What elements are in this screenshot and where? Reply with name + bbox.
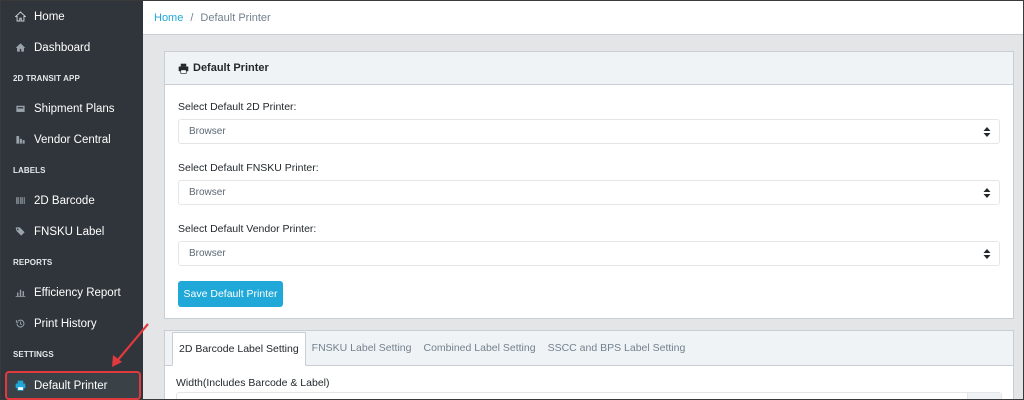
- sidebar-item-dashboard[interactable]: Dashboard: [1, 32, 143, 63]
- printer-icon: [178, 63, 189, 74]
- sidebar-item-label: Default Printer: [34, 379, 108, 392]
- save-default-printer-button[interactable]: Save Default Printer: [178, 281, 283, 307]
- select-vendor-printer[interactable]: Browser: [178, 241, 1000, 266]
- sidebar-item-home[interactable]: Home: [1, 1, 143, 32]
- sort-caret-icon: [983, 248, 991, 259]
- barcode-icon: [13, 194, 27, 208]
- select-2d-printer[interactable]: Browser: [178, 119, 1000, 144]
- tab-combined-label-setting[interactable]: Combined Label Setting: [417, 331, 541, 365]
- history-icon: [13, 317, 27, 331]
- card-header: Default Printer: [165, 52, 1013, 85]
- sidebar-item-label: Vendor Central: [34, 133, 111, 146]
- main-content: Home / Default Printer Default Printer S…: [143, 1, 1023, 399]
- select-value: Browser: [189, 187, 226, 198]
- select-value: Browser: [189, 126, 226, 137]
- sidebar-section-title: SETTINGS: [13, 349, 54, 359]
- default-printer-card: Default Printer Select Default 2D Printe…: [164, 51, 1014, 319]
- sidebar-item-print-history[interactable]: Print History: [1, 308, 143, 339]
- sort-caret-icon: [983, 187, 991, 198]
- sidebar-section-title: LABELS: [13, 165, 46, 175]
- select-fnsku-printer-label: Select Default FNSKU Printer:: [178, 162, 319, 174]
- width-input-addon: [967, 393, 1001, 399]
- sidebar-item-label: Shipment Plans: [34, 102, 115, 115]
- select-vendor-printer-label: Select Default Vendor Printer:: [178, 223, 317, 235]
- sidebar-item-label: Home: [34, 10, 65, 23]
- breadcrumb-separator: /: [190, 11, 194, 24]
- sidebar-item-label: Efficiency Report: [34, 286, 121, 299]
- breadcrumb-current: Default Printer: [200, 11, 271, 24]
- sidebar-item-2d-barcode[interactable]: 2D Barcode: [1, 185, 143, 216]
- select-value: Browser: [189, 248, 226, 259]
- sidebar: Home Dashboard 2D TRANSIT APP Shipment P…: [1, 1, 143, 400]
- sidebar-item-label: FNSKU Label: [34, 225, 105, 238]
- sidebar-item-fnsku-label[interactable]: FNSKU Label: [1, 216, 143, 247]
- label-settings-card: 2D Barcode Label Setting FNSKU Label Set…: [164, 330, 1014, 399]
- app-frame: Home Dashboard 2D TRANSIT APP Shipment P…: [0, 0, 1024, 400]
- select-2d-printer-label: Select Default 2D Printer:: [178, 101, 297, 113]
- card-title: Default Printer: [193, 62, 269, 74]
- truck-icon: [13, 102, 27, 116]
- sort-caret-icon: [983, 126, 991, 137]
- breadcrumb-home-link[interactable]: Home: [154, 12, 183, 24]
- breadcrumb: Home / Default Printer: [143, 1, 1023, 35]
- sidebar-item-label: Dashboard: [34, 41, 91, 54]
- printer-icon: [13, 379, 27, 393]
- building-icon: [13, 133, 27, 147]
- sidebar-item-default-printer[interactable]: Default Printer: [5, 371, 141, 400]
- width-input[interactable]: [176, 392, 1002, 399]
- select-fnsku-printer[interactable]: Browser: [178, 180, 1000, 205]
- bar-chart-icon: [13, 286, 27, 300]
- tab-2d-barcode-label-setting[interactable]: 2D Barcode Label Setting: [172, 332, 306, 366]
- tab-sscc-bps-label-setting[interactable]: SSCC and BPS Label Setting: [542, 331, 692, 365]
- sidebar-item-label: Print History: [34, 317, 97, 330]
- sidebar-item-efficiency-report[interactable]: Efficiency Report: [1, 277, 143, 308]
- sidebar-item-vendor-central[interactable]: Vendor Central: [1, 124, 143, 155]
- sidebar-section-title: REPORTS: [13, 257, 53, 267]
- sidebar-item-shipment-plans[interactable]: Shipment Plans: [1, 93, 143, 124]
- dashboard-icon: [13, 41, 27, 55]
- sidebar-item-label: 2D Barcode: [34, 194, 95, 207]
- sidebar-section-title: 2D TRANSIT APP: [13, 73, 80, 83]
- settings-tabs: 2D Barcode Label Setting FNSKU Label Set…: [165, 331, 1013, 366]
- tab-fnsku-label-setting[interactable]: FNSKU Label Setting: [306, 331, 418, 365]
- tags-icon: [13, 225, 27, 239]
- width-field-label: Width(Includes Barcode & Label): [176, 377, 330, 389]
- home-icon: [13, 10, 27, 24]
